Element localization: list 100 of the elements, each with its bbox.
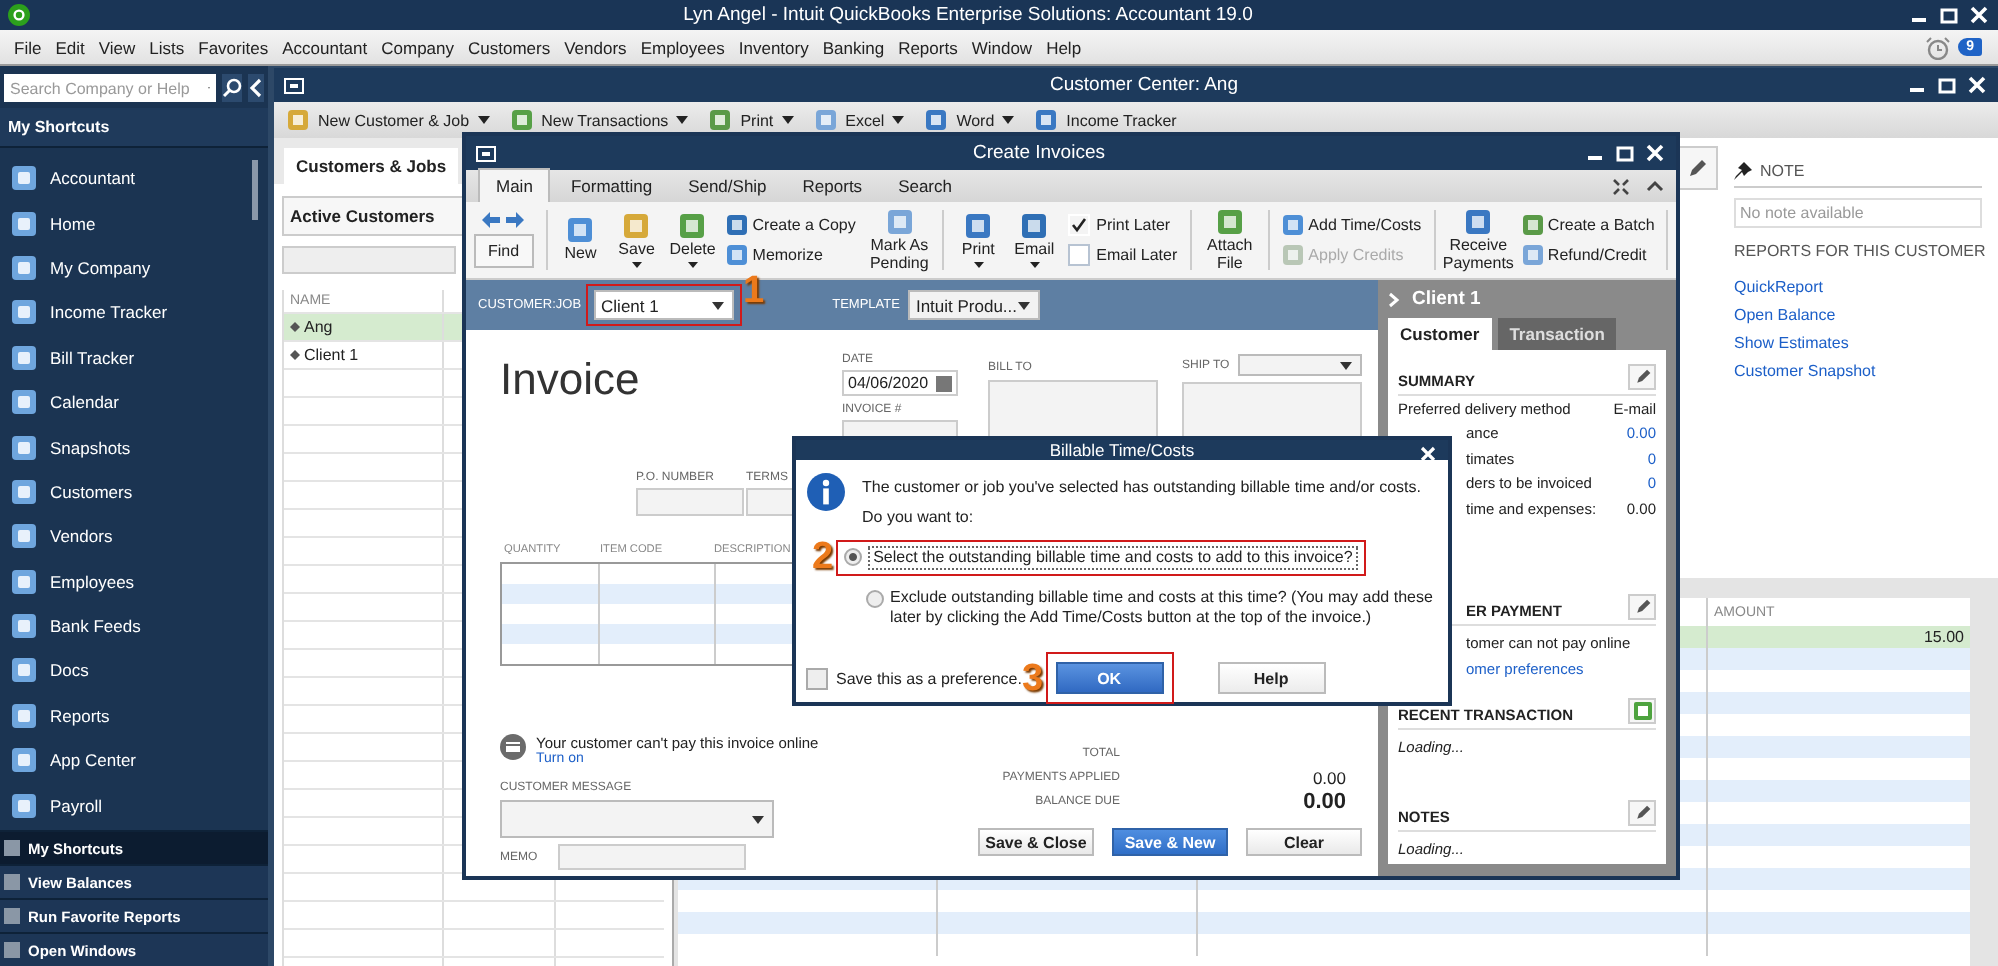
tab[interactable]: Formatting [554, 170, 669, 202]
template-dropdown[interactable]: Intuit Produ... [907, 290, 1040, 320]
sidebar-item[interactable]: Income Tracker [0, 290, 252, 336]
previous-button[interactable] [482, 212, 501, 228]
toolbar-button[interactable]: New Customer & Job [286, 108, 490, 132]
report-link[interactable]: Customer Snapshot [1734, 362, 1982, 380]
window-menu-icon[interactable] [476, 145, 496, 161]
toolbar-button[interactable]: New [558, 216, 603, 264]
edit-button[interactable] [1628, 364, 1656, 390]
report-link[interactable]: QuickReport [1734, 278, 1982, 296]
checkbox[interactable]: Save this as a preference. [806, 667, 1022, 689]
memo-field[interactable] [557, 844, 746, 870]
tab[interactable]: Send/Ship [672, 170, 783, 202]
close-button[interactable] [1642, 141, 1666, 165]
tab[interactable]: Main [478, 168, 551, 202]
maximize-button[interactable] [1936, 3, 1960, 27]
search-field[interactable]: Search Company or Help [4, 74, 216, 102]
edit-button[interactable] [1628, 593, 1656, 619]
maximize-button[interactable] [1934, 73, 1958, 97]
po-number-field[interactable] [636, 488, 744, 516]
menu-item[interactable]: Help [1040, 37, 1088, 57]
search-field[interactable] [282, 246, 456, 274]
menu-item[interactable]: Edit [49, 37, 91, 57]
sidebar-item[interactable]: Snapshots [0, 424, 252, 470]
checkbox[interactable]: Email Later [1068, 244, 1178, 266]
sidebar-item[interactable]: Customers [0, 469, 252, 515]
sidebar-item[interactable]: Docs [0, 648, 252, 694]
filter-dropdown[interactable]: Active Customers [282, 196, 468, 236]
collapse-icon[interactable] [1646, 177, 1664, 195]
window-menu-icon[interactable] [284, 77, 304, 93]
menu-item[interactable]: Reports [892, 37, 964, 57]
toolbar-button[interactable]: Mark As Pending [867, 207, 931, 273]
dialog-button[interactable]: OK [1055, 662, 1164, 694]
tab[interactable]: Customers & Jobs [284, 148, 459, 184]
terms-field[interactable] [746, 488, 796, 516]
report-button[interactable] [1628, 697, 1656, 723]
edit-button[interactable] [1628, 799, 1656, 825]
sidebar-item[interactable]: Payroll [0, 782, 252, 828]
close-button[interactable] [1420, 446, 1436, 462]
toolbar-button[interactable]: Email [1012, 212, 1057, 268]
report-link[interactable]: Open Balance [1734, 306, 1982, 324]
toolbar-button[interactable]: Delete [670, 212, 715, 268]
toolbar-button[interactable]: Income Tracker [1034, 108, 1177, 132]
sidebar-item[interactable]: Calendar [0, 379, 252, 425]
menu-item[interactable]: Favorites [192, 37, 275, 57]
close-button[interactable] [1964, 73, 1988, 97]
sidebar-item[interactable]: Vendors [0, 514, 252, 560]
menu-item[interactable]: Window [965, 37, 1039, 57]
toolbar-button[interactable]: Save [614, 212, 659, 268]
next-button[interactable] [506, 212, 525, 228]
menu-item[interactable]: View [92, 37, 142, 57]
toolbar-button[interactable]: Memorize [726, 244, 856, 266]
sidebar-item[interactable]: Bank Feeds [0, 603, 252, 649]
toolbar-button[interactable]: Word [924, 108, 1015, 132]
report-link[interactable]: Show Estimates [1734, 334, 1982, 352]
toolbar-button[interactable]: Refund/Credit [1521, 244, 1655, 266]
date-field[interactable]: 04/06/2020 [842, 370, 958, 396]
sidebar-item[interactable]: Accountant [0, 156, 252, 201]
customer-dropdown[interactable]: Client 1 [593, 290, 734, 320]
menu-item[interactable]: Accountant [276, 37, 374, 57]
toolbar-button[interactable]: Print [956, 212, 1001, 268]
tab[interactable]: Transaction [1497, 318, 1617, 350]
toolbar-button[interactable]: Create a Batch [1521, 214, 1655, 236]
menu-item[interactable]: Lists [143, 37, 191, 57]
sidebar-item[interactable]: Home [0, 200, 252, 246]
menu-item[interactable]: Employees [634, 37, 731, 57]
chevron-icon[interactable] [1388, 291, 1400, 307]
menu-item[interactable]: Company [375, 37, 461, 57]
toolbar-button[interactable]: Receive Payments [1446, 207, 1510, 273]
menu-item[interactable]: Banking [816, 37, 891, 57]
sidebar-item[interactable]: My Company [0, 245, 252, 291]
scrollbar[interactable] [252, 160, 258, 220]
form-button[interactable]: Save & Close [978, 828, 1094, 856]
toolbar-button[interactable]: Create a Copy [726, 214, 856, 236]
sidebar-item[interactable]: Bill Tracker [0, 335, 252, 380]
menu-item[interactable]: Customers [462, 37, 557, 57]
tab[interactable]: Customer [1388, 318, 1492, 350]
sidebar-item[interactable]: App Center [0, 738, 252, 783]
collapse-button[interactable] [248, 74, 264, 102]
form-button[interactable]: Save & New [1112, 828, 1228, 856]
checkbox[interactable]: Print Later [1068, 214, 1178, 236]
tab[interactable]: Reports [786, 170, 879, 202]
radio-option[interactable]: Exclude outstanding billable time and costs at this time? (You may add these later by clicking the Add Time/Costs button at the top of the invoice.) [866, 588, 1436, 628]
form-button[interactable]: Clear [1246, 828, 1362, 856]
toolbar-button[interactable]: Attach File [1202, 207, 1257, 273]
search-button[interactable] [222, 74, 242, 102]
dialog-button[interactable]: Help [1217, 662, 1326, 694]
toolbar-button[interactable]: Excel [813, 108, 905, 132]
amount-cell[interactable]: 15.00 [1708, 626, 1970, 648]
close-button[interactable] [1966, 3, 1990, 27]
sidebar-item[interactable]: Reports [0, 693, 252, 739]
find-button[interactable]: Find [474, 234, 534, 268]
tab[interactable]: Search [882, 170, 968, 202]
toolbar-button[interactable]: New Transactions [509, 108, 689, 132]
expand-icon[interactable] [1612, 177, 1630, 195]
toolbar-button[interactable]: Print [708, 108, 794, 132]
customer-row[interactable]: Ang [284, 314, 444, 340]
menu-item[interactable]: Vendors [558, 37, 633, 57]
menu-item[interactable]: File [8, 37, 48, 57]
maximize-button[interactable] [1612, 141, 1636, 165]
